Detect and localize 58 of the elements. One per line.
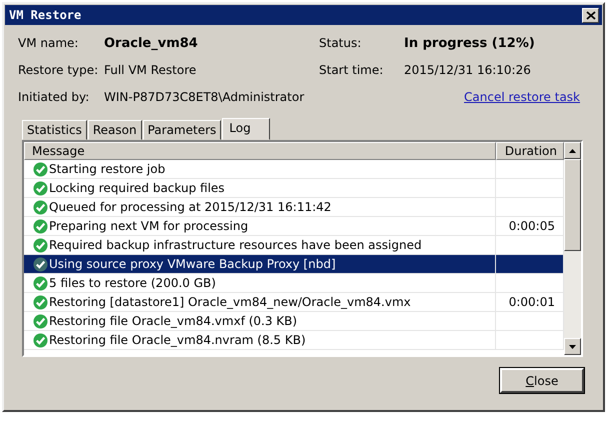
duration-value: 0:00:01 — [508, 295, 555, 309]
field-label: Initiated by: — [18, 90, 90, 105]
close-button[interactable]: Close — [500, 368, 584, 393]
log-row[interactable]: Restoring file Oracle_vm84.vmxf (0.3 KB) — [24, 312, 564, 331]
log-message: Restoring [datastore1] Oracle_vm84_new/Oracle_vm84.vmx — [49, 295, 411, 309]
log-row[interactable]: Restoring [datastore1] Oracle_vm84_new/Oracle_vm84.vmx 0:00:01 — [24, 293, 564, 312]
field-value: In progress (12%) — [404, 36, 536, 51]
field-label: Start time: — [319, 63, 384, 78]
check-icon — [33, 256, 48, 272]
up-arrow-icon — [569, 148, 576, 152]
scroll-up-button[interactable] — [564, 142, 581, 159]
log-message: Required backup infrastructure resources have been assigned — [49, 238, 422, 252]
log-row[interactable]: Using source proxy VMware Backup Proxy [nbd] — [24, 255, 564, 274]
down-arrow-icon — [569, 344, 576, 348]
field-value: WIN-P87D73C8ET8\Administrator — [104, 90, 306, 105]
check-icon — [33, 276, 48, 290]
tab[interactable]: Reason — [88, 120, 142, 140]
column-header: Duration — [496, 142, 564, 160]
log-message: Restoring file Oracle_vm84.vmxf (0.3 KB) — [49, 314, 298, 328]
log-message: Using source proxy VMware Backup Proxy [nbd] — [49, 257, 336, 271]
close-button[interactable] — [582, 8, 599, 22]
field-value: Full VM Restore — [104, 63, 198, 78]
log-message: 5 files to restore (200.0 GB) — [49, 276, 216, 290]
check-icon — [33, 218, 48, 234]
duration-value: 0:00:05 — [508, 219, 555, 233]
cancel-link[interactable]: Cancel restore task — [464, 90, 580, 105]
close-icon — [586, 10, 596, 20]
log-row[interactable]: Starting restore job — [24, 160, 564, 179]
column-header: Message — [24, 142, 496, 160]
log-message: Starting restore job — [49, 162, 166, 176]
field-label: Status: — [319, 36, 362, 51]
field-label: Restore type: — [18, 63, 100, 78]
check-icon — [33, 238, 48, 252]
window-title: VM Restore — [9, 8, 82, 22]
log-row[interactable]: Restoring file Oracle_vm84.nvram (8.5 KB) — [24, 331, 564, 350]
tab[interactable]: Statistics — [22, 120, 87, 140]
field-value: Oracle_vm84 — [104, 36, 199, 51]
log-message: Preparing next VM for processing — [49, 219, 248, 233]
field-label: VM name: — [18, 36, 80, 51]
scrollbar[interactable] — [564, 142, 581, 355]
field-value: 2015/12/31 16:10:26 — [404, 63, 532, 78]
log-row[interactable]: 5 files to restore (200.0 GB) — [24, 274, 564, 293]
log-message: Restoring file Oracle_vm84.nvram (8.5 KB) — [49, 333, 306, 347]
check-icon — [33, 314, 48, 328]
log-row[interactable]: Preparing next VM for processing 0:00:05 — [24, 217, 564, 236]
check-icon — [33, 294, 48, 310]
check-icon — [33, 180, 48, 196]
tab[interactable]: Log — [222, 118, 270, 140]
log-message: Locking required backup files — [49, 181, 225, 195]
check-icon — [33, 200, 48, 214]
scroll-thumb[interactable] — [564, 159, 581, 251]
scroll-down-button[interactable] — [564, 338, 581, 355]
log-row[interactable]: Queued for processing at 2015/12/31 16:11:42 — [24, 198, 564, 217]
check-icon — [33, 332, 48, 348]
check-icon — [33, 162, 48, 176]
tab[interactable]: Parameters — [142, 120, 222, 140]
log-message: Queued for processing at 2015/12/31 16:11:42 — [49, 200, 332, 214]
log-row[interactable]: Locking required backup files — [24, 179, 564, 198]
